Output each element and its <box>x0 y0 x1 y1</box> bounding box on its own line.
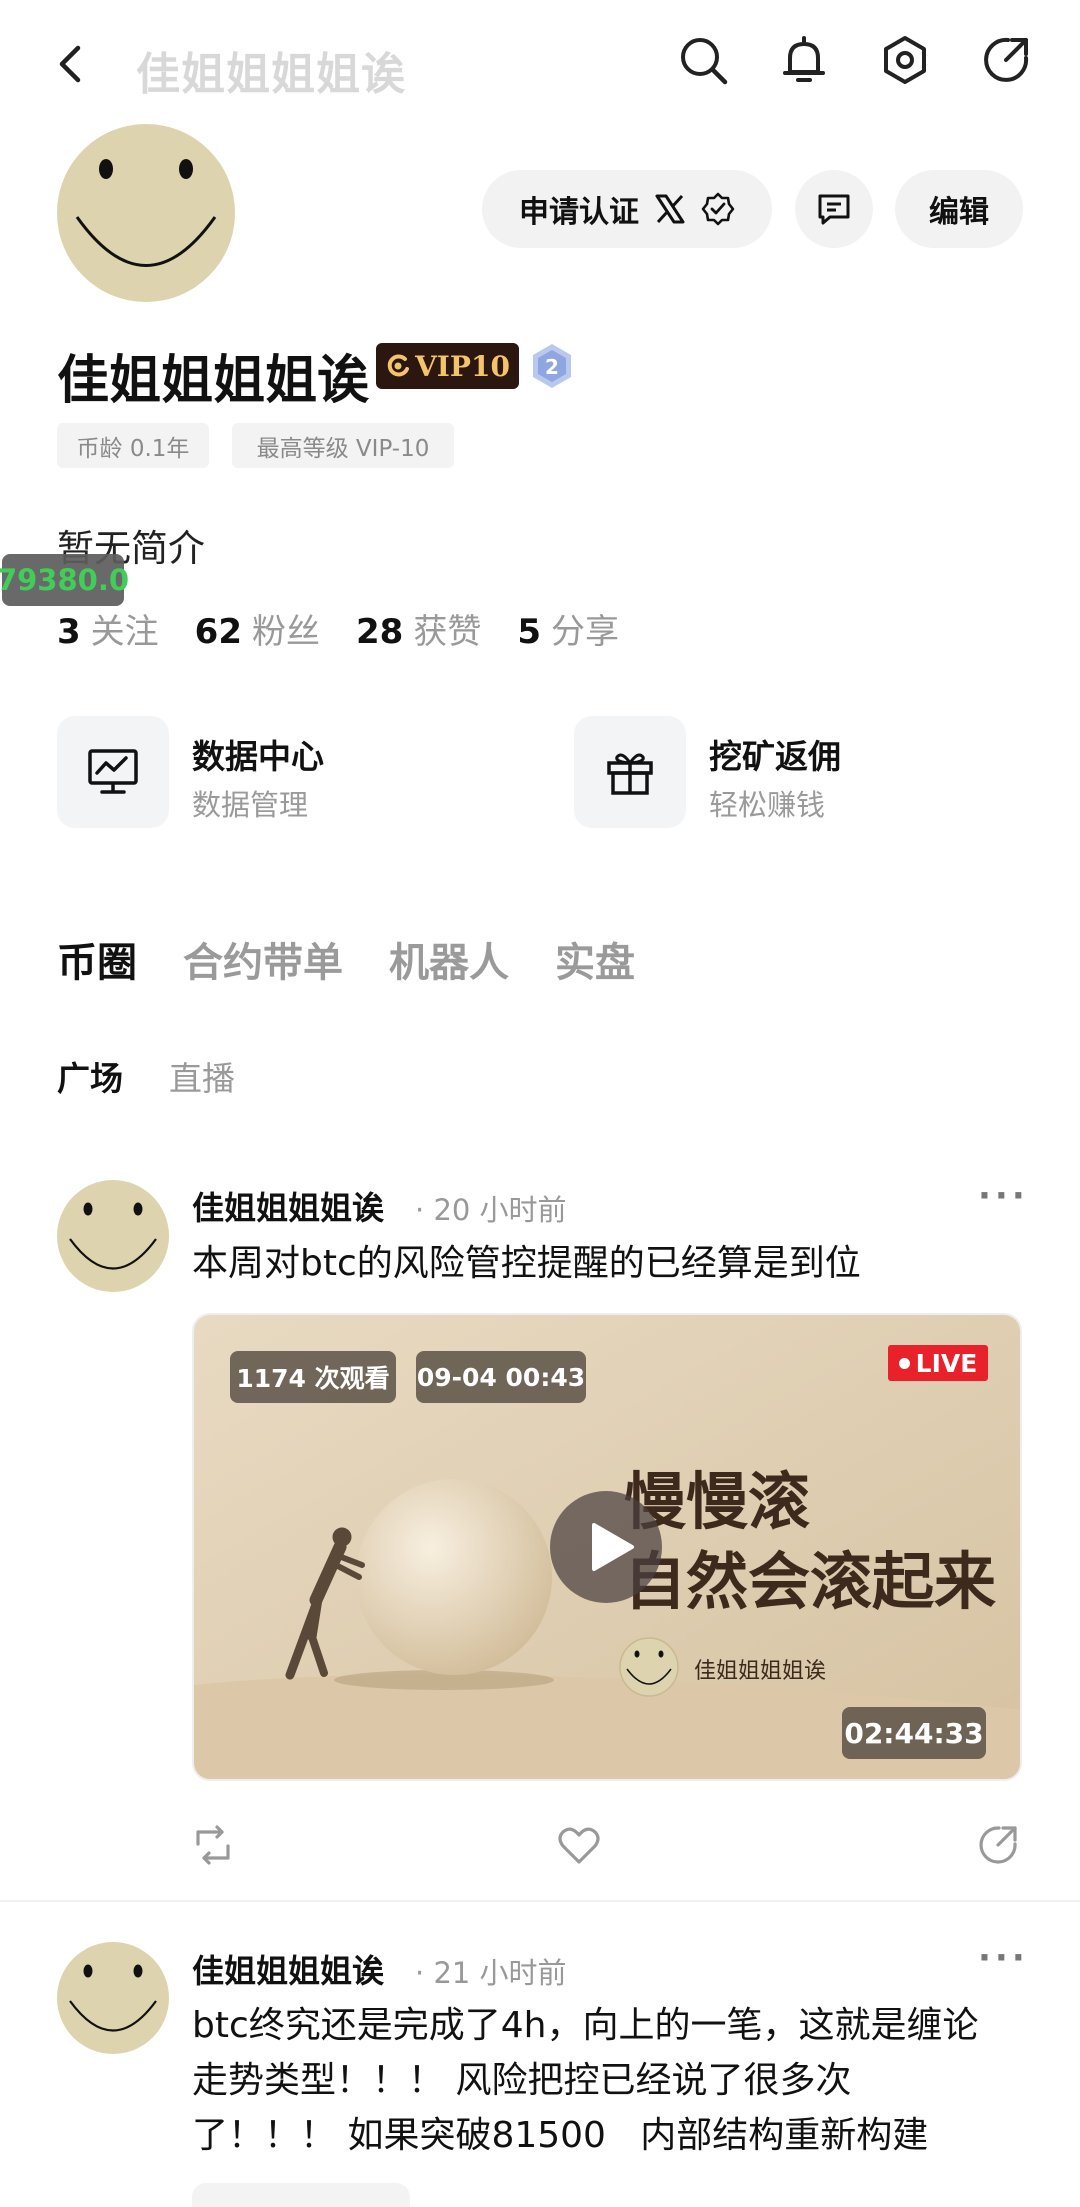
max-level-tag: 最高等级 VIP-10 <box>232 423 454 468</box>
post-text-line: 走势类型！！！ 风险把控已经说了很多次 <box>192 2060 852 2101</box>
post-divider <box>0 1900 1080 1902</box>
stat-num: 28 <box>356 612 404 652</box>
video-thumbnail[interactable]: 1174 次观看 09-04 00:43 LIVE 慢慢滚 自然会滚起来 佳姐姐… <box>192 1313 1022 1781</box>
main-tabs: 币圈 合约带单 机器人 实盘 <box>57 930 635 988</box>
date-badge: 09-04 00:43 <box>416 1351 586 1403</box>
apply-verify-button[interactable]: 申请认证 <box>482 170 772 248</box>
stat-shares[interactable]: 5 分享 <box>517 604 619 653</box>
mining-rebate-subtitle: 轻松赚钱 <box>709 788 826 822</box>
chart-monitor-icon <box>57 716 169 828</box>
more-options-icon[interactable]: ··· <box>978 1176 1029 1216</box>
more-options-icon[interactable]: ··· <box>978 1938 1029 1978</box>
tab-copy-trading[interactable]: 合约带单 <box>183 930 343 988</box>
post-author[interactable]: 佳姐姐姐姐诶 <box>192 1183 384 1229</box>
header-title: 佳姐姐姐姐诶 <box>136 49 406 100</box>
stat-label: 分享 <box>551 612 619 652</box>
duration-badge: 02:44:33 <box>842 1707 986 1759</box>
vip-badge: VIP10 <box>376 343 519 389</box>
post-time: · 20 小时前 <box>415 1193 567 1227</box>
post-time-text: 21 小时前 <box>433 1956 567 1990</box>
channel-avatar-icon <box>619 1637 679 1697</box>
share-icon[interactable] <box>978 32 1034 88</box>
post-time-text: 20 小时前 <box>433 1193 567 1227</box>
share-post-icon[interactable] <box>975 1822 1021 1868</box>
message-icon <box>816 191 852 227</box>
back-icon[interactable] <box>50 40 90 88</box>
svg-text:2: 2 <box>545 355 559 379</box>
post-author[interactable]: 佳姐姐姐姐诶 <box>192 1946 384 1992</box>
edit-label: 编辑 <box>929 195 989 230</box>
post-time: · 21 小时前 <box>415 1956 567 1990</box>
x-logo-icon <box>653 192 687 226</box>
avatar[interactable] <box>57 124 235 302</box>
sub-tabs: 广场 直播 <box>57 1052 235 1100</box>
subtab-live[interactable]: 直播 <box>169 1052 235 1100</box>
view-count-badge: 1174 次观看 <box>230 1351 396 1403</box>
apply-verify-label: 申请认证 <box>519 195 639 230</box>
search-icon[interactable] <box>675 32 731 88</box>
live-label: LIVE <box>915 1348 978 1378</box>
stat-num: 62 <box>194 612 242 652</box>
stat-label: 粉丝 <box>252 612 320 652</box>
settings-hex-icon[interactable] <box>877 32 933 88</box>
coin-age-tag: 币龄 0.1年 <box>57 423 209 468</box>
live-badge: LIVE <box>888 1345 988 1381</box>
stat-label: 关注 <box>90 612 159 652</box>
data-center-title: 数据中心 <box>192 737 324 776</box>
tab-real-trading[interactable]: 实盘 <box>555 930 635 988</box>
edit-button[interactable]: 编辑 <box>895 170 1023 248</box>
mining-rebate-title: 挖矿返佣 <box>709 737 841 776</box>
subtab-square[interactable]: 广场 <box>57 1052 123 1100</box>
profile-name: 佳姐姐姐姐诶 <box>57 351 370 411</box>
post-text: 本周对btc的风险管控提醒的已经算是到位 <box>192 1243 861 1284</box>
like-heart-icon[interactable] <box>555 1822 603 1868</box>
vip-label: VIP10 <box>415 349 510 383</box>
post-avatar[interactable] <box>57 1942 169 2054</box>
bell-icon[interactable] <box>776 32 832 88</box>
stat-likes[interactable]: 28 获赞 <box>356 604 481 653</box>
stat-following[interactable]: 3 关注 <box>57 604 159 653</box>
channel-name: 佳姐姐姐姐诶 <box>694 1659 827 1684</box>
stat-num: 5 <box>517 612 541 652</box>
stat-followers[interactable]: 62 粉丝 <box>195 604 320 653</box>
post-text-line: btc终究还是完成了4h，向上的一笔，这就是缠论 <box>192 2005 979 2046</box>
gift-icon <box>574 716 686 828</box>
vip-swirl-icon <box>385 353 411 379</box>
repost-icon[interactable] <box>190 1822 236 1868</box>
floating-price-widget[interactable]: 79380.0 <box>0 554 129 606</box>
verified-badge-icon <box>701 192 735 226</box>
tab-coin-circle[interactable]: 币圈 <box>57 930 137 988</box>
attachment-preview[interactable] <box>192 2183 410 2207</box>
level-badge-icon: 2 <box>530 342 574 390</box>
tab-robot[interactable]: 机器人 <box>389 930 509 988</box>
stat-label: 获赞 <box>413 612 482 652</box>
message-button[interactable] <box>795 170 873 248</box>
video-headline-2: 自然会滚起来 <box>624 1545 997 1618</box>
data-center-subtitle: 数据管理 <box>192 788 309 822</box>
post-avatar[interactable] <box>57 1180 169 1292</box>
stats-row: 3 关注 62 粉丝 28 获赞 5 分享 <box>57 604 655 653</box>
post-text-line: 了！！！ 如果突破81500 内部结构重新构建 <box>192 2115 929 2156</box>
stat-num: 3 <box>57 612 81 652</box>
play-icon[interactable] <box>550 1491 662 1603</box>
